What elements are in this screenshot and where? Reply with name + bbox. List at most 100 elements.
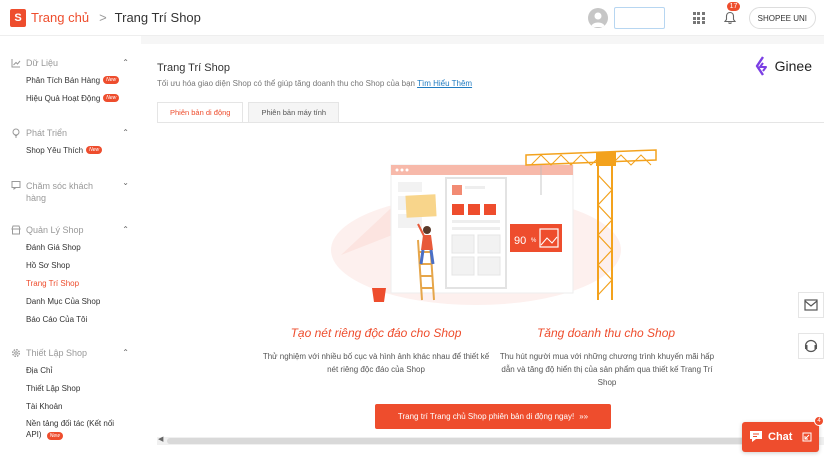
- support-float-button[interactable]: [798, 333, 824, 359]
- chevron-up-icon: ⌃: [122, 58, 129, 67]
- sidebar-item-label: Phân Tích Bán Hàng: [26, 75, 101, 85]
- sidebar-section-thiet-lap-shop: Thiết Lập Shop ⌃ Địa Chỉ Thiết Lập Shop …: [0, 345, 141, 440]
- sidebar-section-cham-soc-khach-hang: Chăm sóc khách hàng ⌄: [0, 178, 141, 204]
- sidebar-item-nen-tang-doi-tac[interactable]: Nền tảng đối tác (Kết nối API) New: [0, 415, 141, 440]
- bell-icon: [723, 11, 736, 24]
- decorate-mobile-button[interactable]: Trang trí Trang chủ Shop phiên bản di độ…: [375, 404, 611, 429]
- envelope-icon: [804, 299, 818, 311]
- chat-label: Chat: [768, 431, 793, 443]
- sidebar-section-title: Thiết Lập Shop: [26, 348, 88, 358]
- discount-label: 90: [514, 235, 526, 247]
- horizontal-scrollbar[interactable]: ◀: [157, 435, 824, 445]
- notification-badge: 17: [726, 2, 741, 11]
- chevron-down-icon: ⌄: [122, 178, 129, 187]
- sidebar-section-header[interactable]: Quản Lý Shop ⌃: [0, 222, 141, 238]
- chevron-up-icon: ⌃: [122, 348, 129, 357]
- ginee-wordmark: Ginee: [774, 58, 812, 74]
- new-badge: New: [86, 146, 103, 154]
- new-badge: New: [103, 94, 120, 102]
- gear-icon: [11, 348, 21, 358]
- sidebar-item-label: Hồ Sơ Shop: [26, 260, 70, 270]
- feature-left-description: Thử nghiệm với nhiều bố cục và hình ảnh …: [262, 352, 490, 374]
- message-float-button[interactable]: [798, 292, 824, 318]
- sidebar-section-header[interactable]: Chăm sóc khách hàng ⌄: [0, 178, 141, 204]
- chat-icon: [11, 180, 21, 190]
- new-badge: New: [103, 76, 120, 84]
- sidebar-item-label: Shop Yêu Thích: [26, 145, 84, 155]
- learn-more-link[interactable]: Tìm Hiểu Thêm: [417, 79, 472, 88]
- sidebar-section-phat-trien: Phát Triển ⌃ Shop Yêu Thích New: [0, 125, 141, 159]
- sidebar-section-title: Dữ Liệu: [26, 58, 59, 68]
- feature-left-title: Tạo nét riêng độc đáo cho Shop: [290, 326, 462, 340]
- sidebar-item-thiet-lap-shop[interactable]: Thiết Lập Shop: [0, 379, 141, 397]
- sidebar-section-header[interactable]: Phát Triển ⌃: [0, 125, 141, 141]
- header-actions: 17 SHOPEE UNI: [587, 0, 824, 36]
- svg-text:%: %: [531, 238, 537, 244]
- shopee-logo-icon[interactable]: S: [10, 8, 26, 27]
- feature-right-title: Tăng doanh thu cho Shop: [536, 326, 676, 340]
- sidebar-item-label: Tài Khoản: [26, 401, 63, 411]
- sidebar-item-label: Báo Cáo Của Tôi: [26, 314, 88, 324]
- page-title: Trang Trí Shop: [157, 62, 230, 74]
- shop-icon: [11, 225, 21, 235]
- sidebar-item-label: Hiệu Quả Hoạt Động: [26, 93, 101, 103]
- sidebar-section-header[interactable]: Dữ Liệu ⌃: [0, 55, 141, 71]
- sidebar-section-quan-ly-shop: Quản Lý Shop ⌃ Đánh Giá Shop Hồ Sơ Shop …: [0, 222, 141, 328]
- chat-unread-badge: 4: [814, 416, 824, 426]
- sidebar-item-dia-chi[interactable]: Địa Chỉ: [0, 361, 141, 379]
- sidebar-section-header[interactable]: Thiết Lập Shop ⌃: [0, 345, 141, 361]
- sidebar-section-title: Chăm sóc khách hàng: [26, 181, 94, 203]
- chevron-up-icon: ⌃: [122, 128, 129, 137]
- sidebar: Dữ Liệu ⌃ Phân Tích Bán Hàng New Hiệu Quả…: [0, 36, 141, 463]
- sidebar-item-label: Địa Chỉ: [26, 365, 53, 375]
- main-content: Trang Trí Shop Tối ưu hóa giao diện Shop…: [141, 44, 824, 463]
- headset-icon: [804, 339, 818, 353]
- breadcrumb-current: Trang Trí Shop: [114, 10, 201, 25]
- avatar[interactable]: [587, 8, 608, 28]
- feature-right-description: Thu hút người mua với những chương trình…: [499, 352, 715, 387]
- sidebar-section-title: Phát Triển: [26, 128, 68, 138]
- sidebar-item-label: Nền tảng đối tác (Kết nối API) New: [26, 419, 115, 440]
- sidebar-item-label: Danh Mục Của Shop: [26, 296, 101, 306]
- breadcrumb-home[interactable]: Trang chủ: [31, 10, 89, 25]
- version-tabs: Phiên bản di động Phiên bản máy tính: [157, 102, 344, 123]
- shop-switcher-button[interactable]: SHOPEE UNI: [748, 7, 816, 29]
- sidebar-item-tai-khoan[interactable]: Tài Khoản: [0, 397, 141, 415]
- ginee-mark-icon: [755, 56, 767, 76]
- breadcrumb-separator: >: [99, 10, 107, 25]
- minimize-chat-icon[interactable]: [802, 432, 812, 442]
- sidebar-item-danh-muc-cua-shop[interactable]: Danh Mục Của Shop: [0, 292, 141, 310]
- shop-decoration-illustration: 90 %: [331, 149, 657, 305]
- sidebar-item-danh-gia-shop[interactable]: Đánh Giá Shop: [0, 238, 141, 256]
- sidebar-item-label: Trang Trí Shop: [26, 278, 80, 288]
- chart-icon: [11, 58, 21, 68]
- sidebar-item-label: Đánh Giá Shop: [26, 242, 81, 252]
- chevron-up-icon: ⌃: [122, 225, 129, 234]
- sidebar-item-ho-so-shop[interactable]: Hồ Sơ Shop: [0, 256, 141, 274]
- tab-desktop-version[interactable]: Phiên bản máy tính: [248, 102, 340, 123]
- sidebar-item-trang-tri-shop[interactable]: Trang Trí Shop: [0, 274, 141, 292]
- apps-grid-icon[interactable]: [692, 12, 705, 24]
- cta-label: Trang trí Trang chủ Shop phiên bản di độ…: [397, 412, 575, 421]
- scroll-left-arrow-icon[interactable]: ◀: [158, 435, 163, 443]
- top-bar: S Trang chủ > Trang Trí Shop 17 SHOPEE U…: [0, 0, 824, 36]
- ginee-logo: Ginee: [754, 56, 812, 76]
- scrollbar-thumb[interactable]: [167, 438, 819, 444]
- chat-button[interactable]: Chat: [742, 422, 819, 452]
- sidebar-section-title: Quản Lý Shop: [26, 225, 84, 235]
- sidebar-item-shop-yeu-thich[interactable]: Shop Yêu Thích New: [0, 141, 141, 159]
- sidebar-item-phan-tich-ban-hang[interactable]: Phân Tích Bán Hàng New: [0, 71, 141, 89]
- double-chevron-right-icon: »»: [579, 412, 589, 421]
- notification-button[interactable]: 17: [723, 2, 741, 25]
- new-badge: New: [46, 432, 63, 440]
- username-box[interactable]: [613, 7, 665, 29]
- sidebar-item-label: Thiết Lập Shop: [26, 383, 81, 393]
- sidebar-section-du-lieu: Dữ Liệu ⌃ Phân Tích Bán Hàng New Hiệu Quả…: [0, 55, 141, 107]
- tab-mobile-version[interactable]: Phiên bản di động: [157, 102, 244, 123]
- page-subtitle: Tối ưu hóa giao diện Shop có thể giúp tă…: [157, 79, 473, 88]
- chat-bubble-icon: [750, 431, 762, 442]
- lightbulb-icon: [11, 128, 21, 138]
- sidebar-item-bao-cao-cua-toi[interactable]: Báo Cáo Của Tôi: [0, 310, 141, 328]
- tab-divider: [157, 122, 824, 123]
- sidebar-item-hieu-qua-hoat-dong[interactable]: Hiệu Quả Hoạt Động New: [0, 89, 141, 107]
